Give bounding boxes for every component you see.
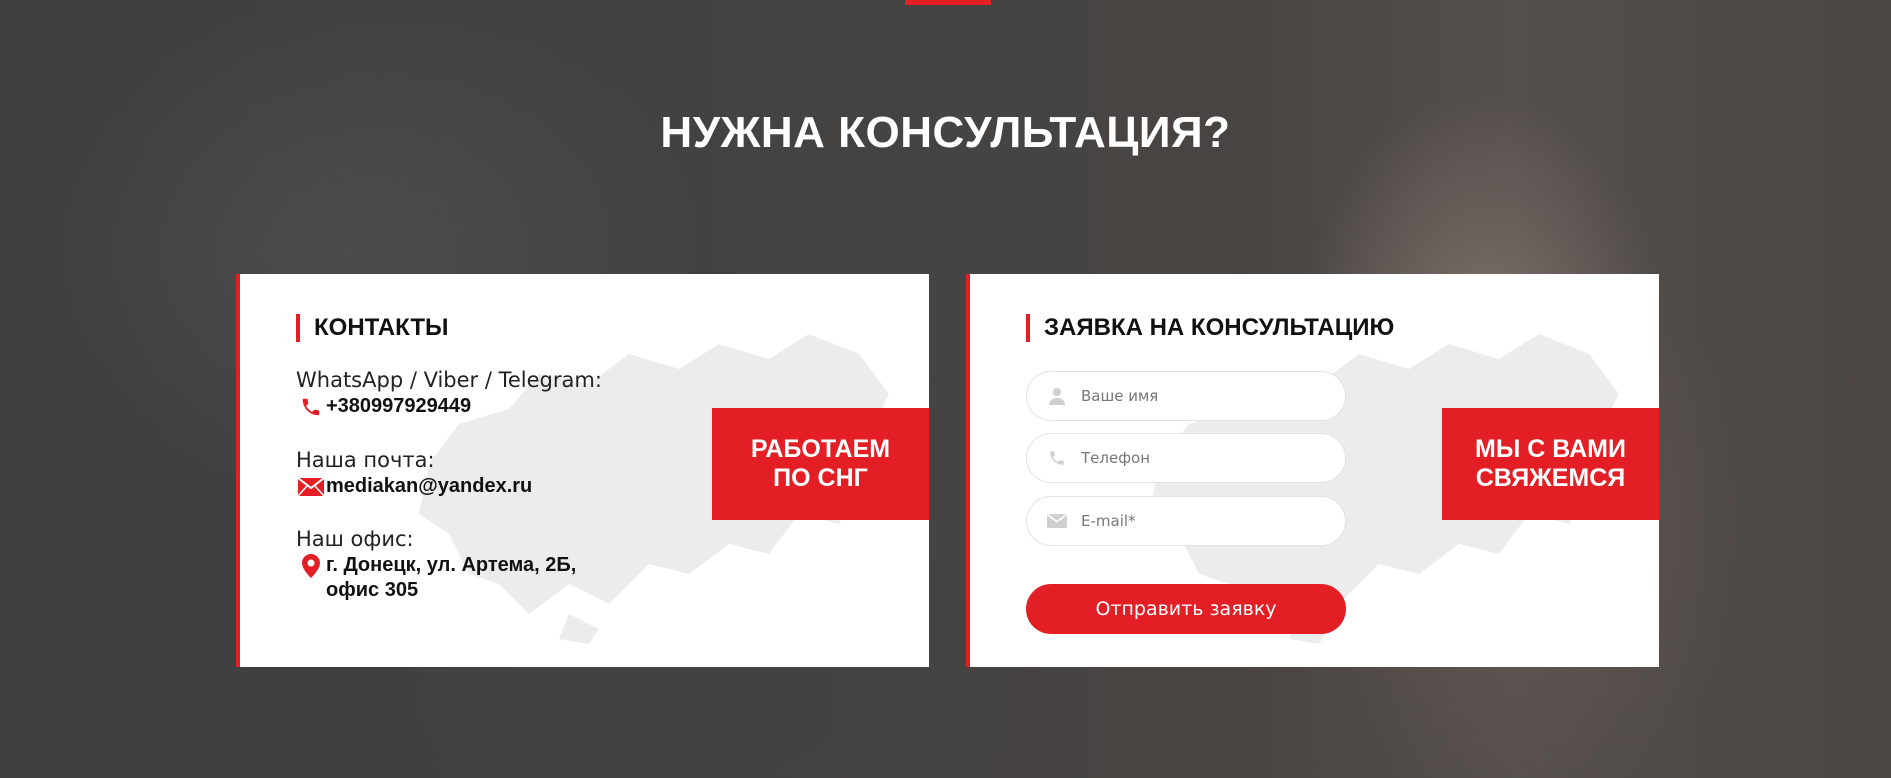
email-label: Наша почта: xyxy=(296,448,435,472)
email-field[interactable] xyxy=(1026,496,1346,546)
name-input[interactable] xyxy=(1079,386,1333,406)
phone-icon xyxy=(1045,448,1069,468)
phone-field[interactable] xyxy=(1026,433,1346,483)
envelope-icon xyxy=(1045,511,1069,531)
submit-button[interactable]: Отправить заявку xyxy=(1026,584,1346,634)
office-label: Наш офис: xyxy=(296,527,414,551)
office-address: г. Донецк, ул. Артема, 2Б, офис 305 xyxy=(326,554,577,601)
contacts-heading: КОНТАКТЫ xyxy=(296,314,449,342)
contacts-card: КОНТАКТЫ WhatsApp / Viber / Telegram: +3… xyxy=(236,274,929,667)
phone-input[interactable] xyxy=(1079,448,1333,468)
user-icon xyxy=(1045,386,1069,406)
messengers-label: WhatsApp / Viber / Telegram: xyxy=(296,368,602,392)
name-field[interactable] xyxy=(1026,371,1346,421)
envelope-icon xyxy=(296,474,326,499)
phone-block: WhatsApp / Viber / Telegram: +3809979294… xyxy=(296,367,602,419)
phone-icon xyxy=(296,394,326,419)
email-input[interactable] xyxy=(1079,511,1333,531)
consultation-form-card: ЗАЯВКА НА КОНСУЛЬТАЦИЮ Отправить заявку … xyxy=(966,274,1659,667)
form-heading: ЗАЯВКА НА КОНСУЛЬТАЦИЮ xyxy=(1026,314,1394,342)
phone-link[interactable]: +380997929449 xyxy=(326,394,471,419)
callback-badge: МЫ С ВАМИ СВЯЖЕМСЯ xyxy=(1442,408,1659,520)
section-title: НУЖНА КОНСУЛЬТАЦИЯ? xyxy=(660,108,1231,157)
top-accent-bar xyxy=(905,0,991,5)
cis-badge: РАБОТАЕМ ПО СНГ xyxy=(712,408,929,520)
office-block: Наш офис: г. Донецк, ул. Артема, 2Б, офи… xyxy=(296,526,596,603)
email-link[interactable]: mediakan@yandex.ru xyxy=(326,474,532,499)
map-pin-icon xyxy=(296,553,326,578)
email-block: Наша почта: mediakan@yandex.ru xyxy=(296,447,532,499)
